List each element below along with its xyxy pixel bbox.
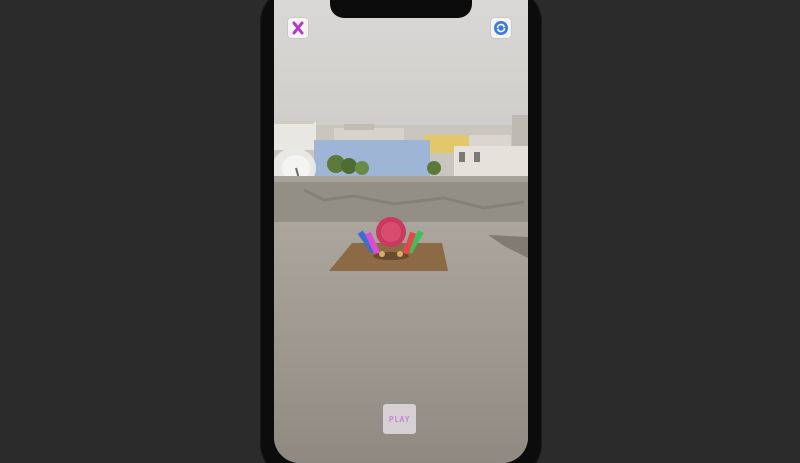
ar-camera-view[interactable] (274, 0, 528, 463)
rooftop-scene (274, 115, 528, 463)
play-button[interactable]: PLAY (383, 404, 416, 434)
close-icon (292, 21, 304, 35)
background: PLAY (0, 0, 800, 463)
play-button-label: PLAY (388, 414, 411, 424)
phone-notch (330, 0, 472, 18)
camera-switch-icon (494, 21, 508, 35)
close-button[interactable] (288, 18, 308, 38)
camera-switch-button[interactable] (491, 18, 511, 38)
